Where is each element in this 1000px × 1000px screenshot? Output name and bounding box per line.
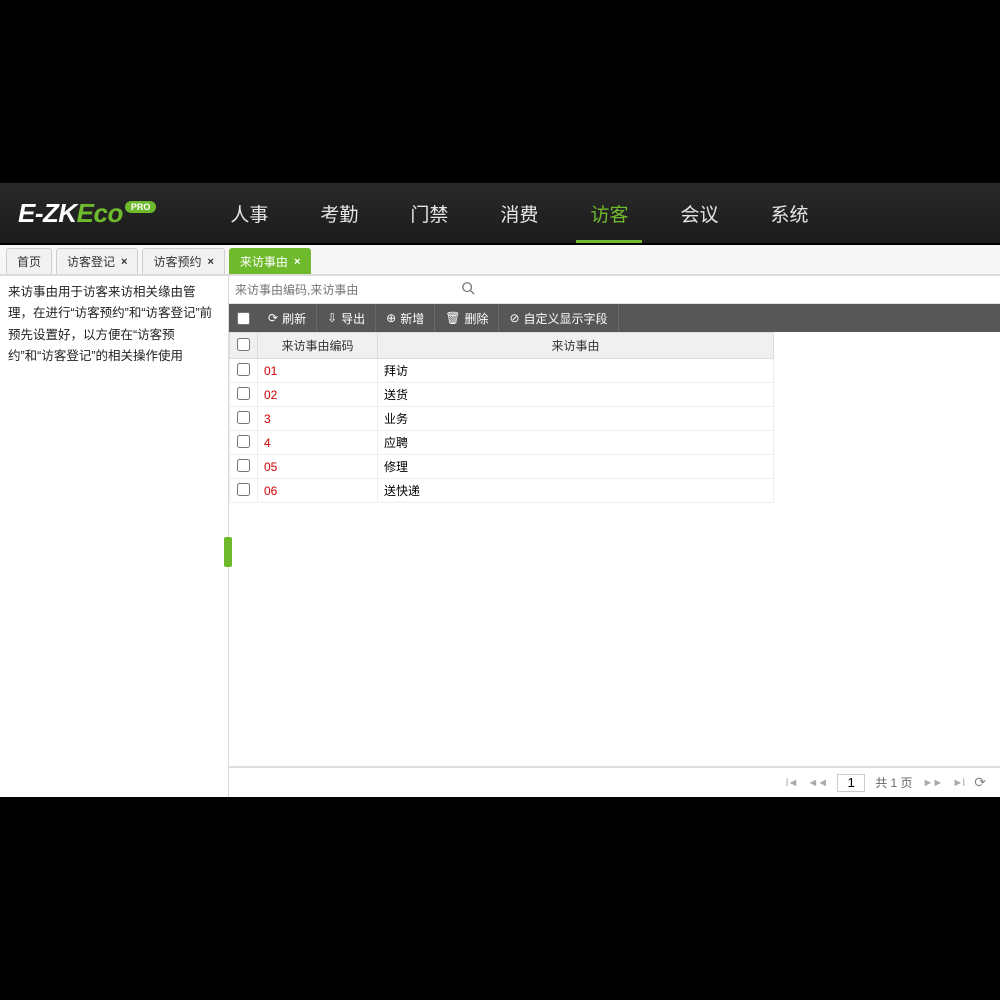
app-window: E-ZKEco PRO 人事考勤门禁消费访客会议系统 首页访客登记×访客预约×来… <box>0 183 1000 797</box>
nav-item-6[interactable]: 系统 <box>744 183 834 243</box>
row-checkbox[interactable] <box>237 387 250 400</box>
tab-0[interactable]: 首页 <box>6 248 52 274</box>
sidebar-description: 来访事由用于访客来访相关缘由管理，在进行“访客预约”和“访客登记”前预先设置好，… <box>8 282 220 367</box>
tab-3[interactable]: 来访事由 × <box>229 248 311 274</box>
custom-fields-label: 自定义显示字段 <box>524 310 608 327</box>
row-checkbox[interactable] <box>237 435 250 448</box>
logo-eco: Eco <box>77 198 123 228</box>
delete-label: 删除 <box>464 310 488 327</box>
table-row[interactable]: 4应聘 <box>230 431 774 455</box>
add-button[interactable]: ⊕ 新增 <box>376 304 435 332</box>
export-icon: ⇩ <box>327 311 337 325</box>
table-row[interactable]: 3业务 <box>230 407 774 431</box>
close-icon[interactable]: × <box>294 256 300 268</box>
cell-code: 05 <box>258 455 378 479</box>
tab-1[interactable]: 访客登记 × <box>56 248 138 274</box>
select-all-checkbox[interactable] <box>237 338 250 351</box>
tab-label: 访客登记 <box>67 253 115 270</box>
cell-reason: 业务 <box>378 407 774 431</box>
export-button[interactable]: ⇩ 导出 <box>317 304 376 332</box>
table-row[interactable]: 02送货 <box>230 383 774 407</box>
row-checkbox[interactable] <box>237 483 250 496</box>
main-panel: ⟳ 刷新 ⇩ 导出 ⊕ 新增 🗑 删除 ⊘ 自定义显示字段 来访事由编码 来访事由 01拜… <box>229 276 1000 797</box>
search-bar <box>229 276 1000 304</box>
action-toolbar: ⟳ 刷新 ⇩ 导出 ⊕ 新增 🗑 删除 ⊘ 自定义显示字段 <box>229 304 1000 332</box>
row-checkbox[interactable] <box>237 363 250 376</box>
search-icon[interactable] <box>461 281 475 298</box>
sidebar-resize-handle[interactable] <box>224 537 232 567</box>
reload-icon[interactable]: ⟳ <box>974 774 986 791</box>
check-icon: ⊘ <box>509 311 519 325</box>
table-row[interactable]: 05修理 <box>230 455 774 479</box>
nav-item-5[interactable]: 会议 <box>654 183 744 243</box>
logo-text: E-ZKEco <box>18 198 123 229</box>
refresh-icon: ⟳ <box>268 311 278 325</box>
col-reason[interactable]: 来访事由 <box>378 333 774 359</box>
cell-reason: 修理 <box>378 455 774 479</box>
select-all-toolbar[interactable] <box>229 312 258 325</box>
search-input[interactable] <box>235 279 455 301</box>
table-row[interactable]: 06送快递 <box>230 479 774 503</box>
table-container: 来访事由编码 来访事由 01拜访02送货3业务4应聘05修理06送快递 <box>229 332 1000 767</box>
add-label: 新增 <box>400 310 424 327</box>
page-total: 共 1 页 <box>875 774 912 791</box>
nav-item-4[interactable]: 访客 <box>564 183 654 243</box>
tab-2[interactable]: 访客预约 × <box>142 248 224 274</box>
help-sidebar: 来访事由用于访客来访相关缘由管理，在进行“访客预约”和“访客登记”前预先设置好，… <box>0 276 229 797</box>
page-input[interactable] <box>837 774 865 792</box>
tab-label: 首页 <box>17 253 41 270</box>
tab-label: 访客预约 <box>153 253 201 270</box>
plus-icon: ⊕ <box>386 311 396 325</box>
refresh-button[interactable]: ⟳ 刷新 <box>258 304 317 332</box>
delete-button[interactable]: 🗑 删除 <box>435 304 499 332</box>
logo-prefix: E-ZK <box>18 198 77 228</box>
trash-icon: 🗑 <box>445 311 460 325</box>
next-page-button[interactable]: ►► <box>923 777 943 789</box>
export-label: 导出 <box>341 310 365 327</box>
cell-reason: 应聘 <box>378 431 774 455</box>
table-row[interactable]: 01拜访 <box>230 359 774 383</box>
select-all-toolbar-checkbox[interactable] <box>237 312 250 325</box>
cell-code: 3 <box>258 407 378 431</box>
cell-reason: 拜访 <box>378 359 774 383</box>
brand-logo: E-ZKEco PRO <box>0 198 174 229</box>
row-checkbox[interactable] <box>237 411 250 424</box>
page-tabs: 首页 访客登记 × 访客预约 × 来访事由 × <box>0 245 1000 275</box>
last-page-button[interactable]: ►I <box>952 777 964 789</box>
close-icon[interactable]: × <box>121 256 127 268</box>
cell-reason: 送货 <box>378 383 774 407</box>
first-page-button[interactable]: I◄ <box>785 777 797 789</box>
pagination-bar: I◄ ◄◄ 共 1 页 ►► ►I ⟳ <box>229 767 1000 797</box>
nav-item-0[interactable]: 人事 <box>204 183 294 243</box>
pro-badge: PRO <box>125 201 157 213</box>
custom-fields-button[interactable]: ⊘ 自定义显示字段 <box>499 304 618 332</box>
cell-reason: 送快递 <box>378 479 774 503</box>
close-icon[interactable]: × <box>207 256 213 268</box>
row-checkbox[interactable] <box>237 459 250 472</box>
main-nav: 人事考勤门禁消费访客会议系统 <box>204 183 834 243</box>
cell-code: 01 <box>258 359 378 383</box>
col-code[interactable]: 来访事由编码 <box>258 333 378 359</box>
refresh-label: 刷新 <box>282 310 306 327</box>
prev-page-button[interactable]: ◄◄ <box>807 777 827 789</box>
reasons-table: 来访事由编码 来访事由 01拜访02送货3业务4应聘05修理06送快递 <box>229 332 774 503</box>
cell-code: 06 <box>258 479 378 503</box>
tab-label: 来访事由 <box>240 253 288 270</box>
nav-item-1[interactable]: 考勤 <box>294 183 384 243</box>
cell-code: 4 <box>258 431 378 455</box>
nav-item-2[interactable]: 门禁 <box>384 183 474 243</box>
nav-item-3[interactable]: 消费 <box>474 183 564 243</box>
top-navbar: E-ZKEco PRO 人事考勤门禁消费访客会议系统 <box>0 183 1000 245</box>
cell-code: 02 <box>258 383 378 407</box>
select-all-header[interactable] <box>230 333 258 359</box>
content-area: 来访事由用于访客来访相关缘由管理，在进行“访客预约”和“访客登记”前预先设置好，… <box>0 275 1000 797</box>
